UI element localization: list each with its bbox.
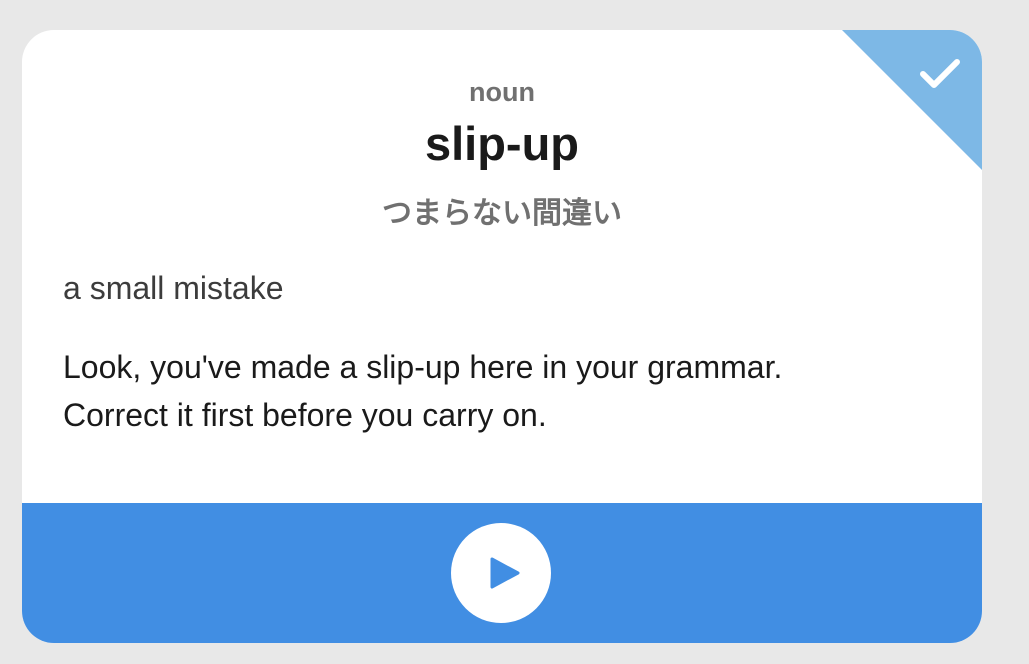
audio-footer [22, 503, 982, 643]
example-line-2: Correct it first before you carry on. [63, 397, 547, 433]
definition: a small mistake [63, 270, 284, 306]
vocabulary-word: slip-up [424, 117, 580, 170]
play-audio-button[interactable] [451, 523, 551, 623]
play-icon [490, 557, 520, 589]
part-of-speech: noun [469, 77, 535, 107]
vocabulary-card: noun slip-up つまらない間違い a small mistake Lo… [22, 30, 982, 643]
example-line-1: Look, you've made a slip-up here in your… [63, 349, 783, 385]
translation: つまらない間違い [382, 196, 622, 231]
example-sentence: Look, you've made a slip-up here in your… [63, 343, 943, 439]
